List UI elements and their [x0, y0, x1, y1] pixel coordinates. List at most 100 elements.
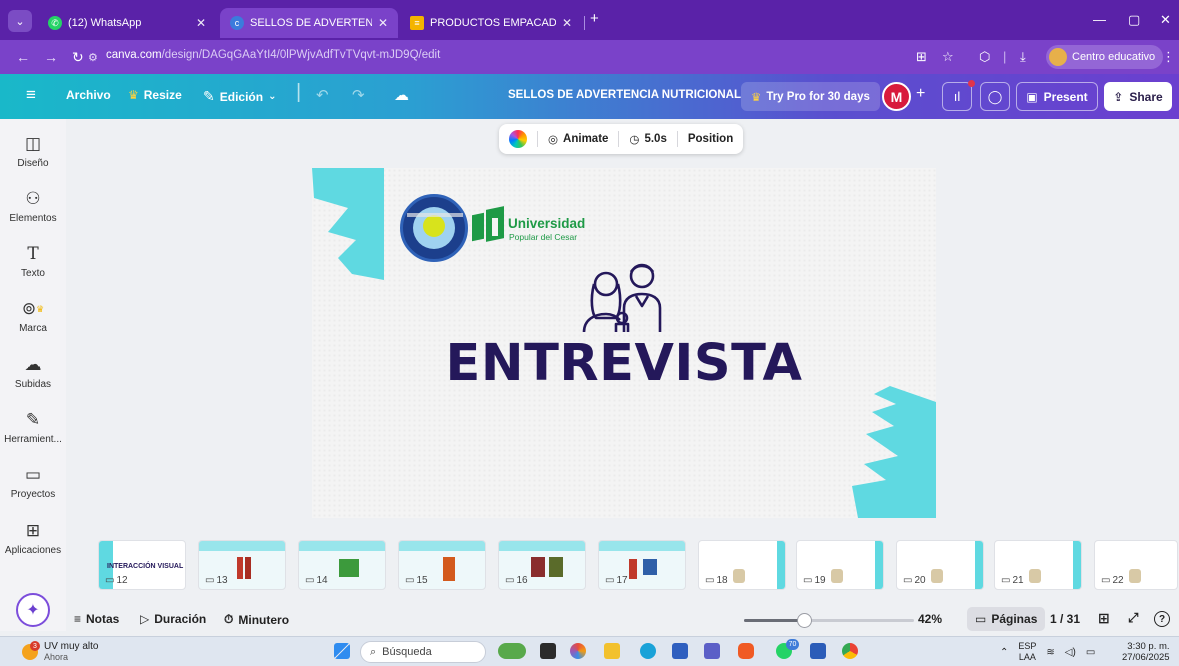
back-icon[interactable]: ←: [16, 49, 30, 65]
sidebar-item-elementos[interactable]: ⚇ Elementos: [0, 190, 66, 225]
tab-slides[interactable]: ≡ PRODUCTOS EMPACADOS EN C ✕: [400, 8, 582, 38]
teams-icon[interactable]: [704, 643, 720, 659]
slide-title[interactable]: ENTREVISTA: [312, 334, 936, 393]
store-icon[interactable]: [672, 643, 688, 659]
tray-chevron-icon[interactable]: ⌃: [1000, 647, 1008, 658]
new-tab-button[interactable]: +: [590, 10, 599, 27]
page-thumbnail[interactable]: ▭ 13: [198, 540, 286, 590]
share-button[interactable]: ⇪ Share: [1104, 82, 1172, 111]
page-thumbnail[interactable]: ▭ 14: [298, 540, 386, 590]
edge-icon[interactable]: [640, 643, 656, 659]
input-language[interactable]: ESP LAA: [1018, 641, 1036, 663]
zoom-level[interactable]: 42%: [918, 612, 942, 626]
sidebar-item-aplicaciones[interactable]: ⊞ Aplicaciones: [0, 522, 66, 557]
taskbar-clock[interactable]: 3:30 p. m. 27/06/2025: [1122, 641, 1170, 663]
file-explorer-icon[interactable]: [604, 643, 620, 659]
pages-label: Páginas: [991, 612, 1038, 626]
insights-button[interactable]: ıl: [942, 82, 972, 111]
page-thumbnail[interactable]: ▭ 20: [896, 540, 984, 590]
weather-widget[interactable]: 3 UV muy alto Ahora: [22, 641, 98, 663]
profile-chip[interactable]: Centro educativo: [1046, 45, 1164, 69]
position-button[interactable]: Position: [688, 133, 733, 145]
edicion-menu[interactable]: ✎ Edición ⌄: [203, 88, 276, 105]
editor-bottom-bar: ≡ Notas ▷ Duración ⏱ Minutero 42% ▭ Pági…: [66, 604, 1179, 634]
timer-button[interactable]: ⏱ Minutero: [224, 612, 289, 627]
magic-assistant-button[interactable]: ✦: [16, 593, 50, 627]
undo-icon[interactable]: ↶: [316, 86, 329, 104]
widgets-icon[interactable]: [498, 643, 526, 659]
translate-icon[interactable]: ⊞: [916, 49, 927, 65]
browser-menu-icon[interactable]: ⋮: [1162, 49, 1175, 65]
page-thumbnail[interactable]: ▭ 22: [1094, 540, 1178, 590]
add-collaborator-icon[interactable]: +: [916, 85, 925, 103]
page-thumbnail[interactable]: ▭ 18: [698, 540, 786, 590]
extensions-icon[interactable]: ⬡: [979, 49, 990, 65]
animate-button[interactable]: ◎ Animate: [548, 132, 608, 146]
word-icon[interactable]: [810, 643, 826, 659]
wifi-icon[interactable]: ≋: [1046, 647, 1054, 658]
reload-icon[interactable]: ↻: [72, 49, 84, 66]
page-thumbnail[interactable]: ▭ 16: [498, 540, 586, 590]
zoom-slider[interactable]: [744, 613, 914, 628]
color-picker-icon[interactable]: [509, 130, 527, 148]
pages-toggle-button[interactable]: ▭ Páginas: [967, 607, 1046, 631]
bookmark-star-icon[interactable]: ☆: [942, 49, 954, 65]
archivo-menu[interactable]: Archivo: [66, 88, 111, 102]
notes-button[interactable]: ≡ Notas: [74, 612, 119, 626]
profile-label: Centro educativo: [1072, 51, 1156, 63]
comment-icon: ▭: [205, 575, 215, 586]
page-thumbnail[interactable]: ▭ 21: [994, 540, 1082, 590]
duration-button[interactable]: ▷ Duración: [140, 612, 206, 626]
restore-icon[interactable]: ▢: [1128, 12, 1140, 28]
close-icon[interactable]: ✕: [196, 16, 206, 30]
site-info-icon[interactable]: ⚙: [88, 51, 98, 64]
tab-search-button[interactable]: ⌄: [8, 10, 32, 32]
minimize-icon[interactable]: —: [1093, 12, 1106, 27]
chrome-icon[interactable]: [842, 643, 858, 659]
hamburger-menu-icon[interactable]: ≡: [26, 85, 36, 105]
cloud-saved-icon[interactable]: ☁: [394, 86, 409, 104]
try-pro-button[interactable]: ♛ Try Pro for 30 days: [741, 82, 880, 111]
sidebar-item-diseno[interactable]: ◫ Diseño: [0, 135, 66, 170]
duration-button[interactable]: ◷ 5.0s: [629, 132, 666, 146]
sidebar-item-subidas[interactable]: ☁ Subidas: [0, 356, 66, 391]
page-thumbnail[interactable]: ▭ 15: [398, 540, 486, 590]
sidebar-item-herramientas[interactable]: ✎ Herramient...: [0, 411, 66, 446]
page-counter[interactable]: 1 / 31: [1050, 612, 1080, 626]
present-button[interactable]: ▣ Present: [1016, 82, 1098, 111]
page-number: ▭ 12: [105, 575, 128, 586]
brave-icon[interactable]: [738, 643, 754, 659]
forward-icon[interactable]: →: [44, 49, 58, 65]
help-icon[interactable]: ?: [1154, 611, 1170, 627]
windows-start-icon[interactable]: [334, 643, 350, 659]
close-icon[interactable]: ✕: [562, 16, 572, 30]
volume-icon[interactable]: ◁): [1065, 647, 1076, 658]
redo-icon[interactable]: ↷: [352, 86, 365, 104]
document-title[interactable]: SELLOS DE ADVERTENCIA NUTRICIONAL: [508, 89, 741, 101]
task-view-icon[interactable]: [540, 643, 556, 659]
slide-canvas[interactable]: Universidad Popular del Cesar ENTREVISTA: [312, 168, 936, 518]
sidebar-item-marca[interactable]: ⊚♛ Marca: [0, 300, 66, 335]
resize-button[interactable]: ♛ Resize: [128, 88, 182, 102]
pencil-icon: ✎: [203, 88, 215, 104]
close-icon[interactable]: ✕: [378, 16, 388, 30]
window-close-icon[interactable]: ✕: [1160, 12, 1171, 28]
page-thumbnail[interactable]: ▭ 19: [796, 540, 884, 590]
tab-whatsapp[interactable]: ✆ (12) WhatsApp ✕: [38, 8, 216, 38]
fullscreen-icon[interactable]: ⤢: [1128, 610, 1138, 626]
page-thumbnail[interactable]: ▭ 17: [598, 540, 686, 590]
comments-button[interactable]: ◯: [980, 82, 1010, 111]
page-thumbnail[interactable]: INTERACCIÓN VISUAL ▭ 12: [98, 540, 186, 590]
sidebar-item-proyectos[interactable]: ▭ Proyectos: [0, 466, 66, 501]
taskbar-search[interactable]: ⌕ Búsqueda: [360, 641, 486, 663]
copilot-icon[interactable]: [570, 643, 586, 659]
grid-view-icon[interactable]: ⊞: [1098, 610, 1110, 627]
sidebar-item-texto[interactable]: T Texto: [0, 245, 66, 279]
search-placeholder: Búsqueda: [382, 646, 432, 658]
tab-canva-active[interactable]: c SELLOS DE ADVERTENCIA NUTR ✕: [220, 8, 398, 38]
user-avatar[interactable]: M: [882, 82, 911, 111]
download-icon[interactable]: ⤓: [1020, 49, 1026, 65]
battery-icon[interactable]: ▭: [1086, 647, 1095, 658]
url-field[interactable]: canva.com/design/DAGqGAaYtI4/0lPWjvAdfTv…: [106, 49, 440, 61]
zoom-slider-handle[interactable]: [796, 613, 812, 628]
